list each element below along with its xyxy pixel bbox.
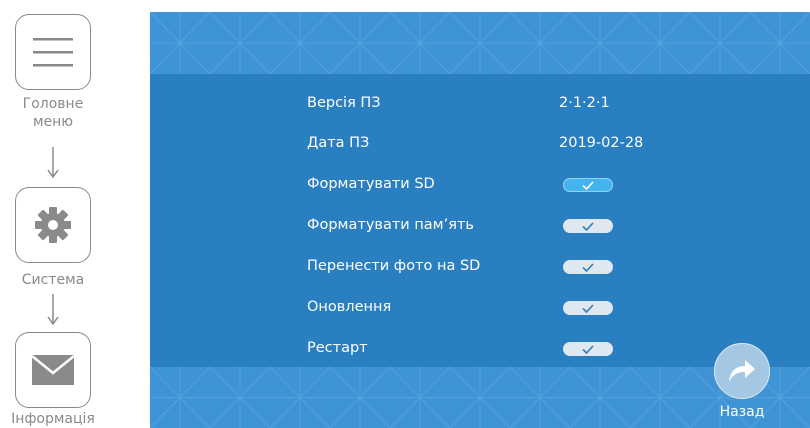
check-icon [582,344,594,354]
top-pattern-band [150,12,810,74]
firmware-date-row: Дата ПЗ 2019-02-28 [150,131,810,157]
system-label: Система [21,272,85,288]
back-circle[interactable] [714,343,770,399]
format-memory-row: Форматувати пам’ять [150,213,810,239]
format-sd-row: Форматувати SD [150,172,810,198]
check-icon [582,262,594,272]
check-icon [582,221,594,231]
row-label: Оновлення [307,299,392,315]
row-value: 2019-02-28 [559,135,644,151]
restart-button[interactable] [563,342,613,356]
format-sd-button[interactable] [563,178,613,192]
back-button[interactable]: Назад [712,343,772,423]
restart-row: Рестарт [150,336,810,362]
back-label: Назад [719,404,765,420]
row-value: 2·1·2·1 [559,95,610,111]
row-label: Рестарт [307,340,368,356]
settings-list: Версія ПЗ 2·1·2·1 Дата ПЗ 2019-02-28 Фор… [150,74,810,367]
move-photos-row: Перенести фото на SD [150,254,810,280]
row-label: Дата ПЗ [307,135,370,151]
format-memory-button[interactable] [563,219,613,233]
row-label: Форматувати пам’ять [307,217,474,233]
check-icon [582,180,594,190]
row-label: Версія ПЗ [307,95,381,111]
system-tile[interactable] [15,187,91,263]
information-tile[interactable] [15,332,91,408]
update-row: Оновлення [150,295,810,321]
main-menu-tile[interactable] [15,14,91,90]
update-button[interactable] [563,301,613,315]
firmware-version-row: Версія ПЗ 2·1·2·1 [150,91,810,117]
down-arrow-icon [47,294,59,325]
hamburger-menu-icon [33,38,73,67]
information-label: Інформація [11,411,95,427]
move-photos-button[interactable] [563,260,613,274]
gear-icon [35,207,71,243]
row-label: Перенести фото на SD [307,258,481,274]
main-menu-label: Головне меню [22,96,84,130]
navigation-column: Головне меню Система Інформація [0,0,110,428]
check-icon [582,303,594,313]
row-label: Форматувати SD [307,176,435,192]
down-arrow-icon [47,147,59,178]
envelope-icon [31,355,75,385]
bottom-pattern-band [150,367,810,428]
device-screen: Версія ПЗ 2·1·2·1 Дата ПЗ 2019-02-28 Фор… [150,12,810,428]
forward-arrow-icon [729,360,755,382]
